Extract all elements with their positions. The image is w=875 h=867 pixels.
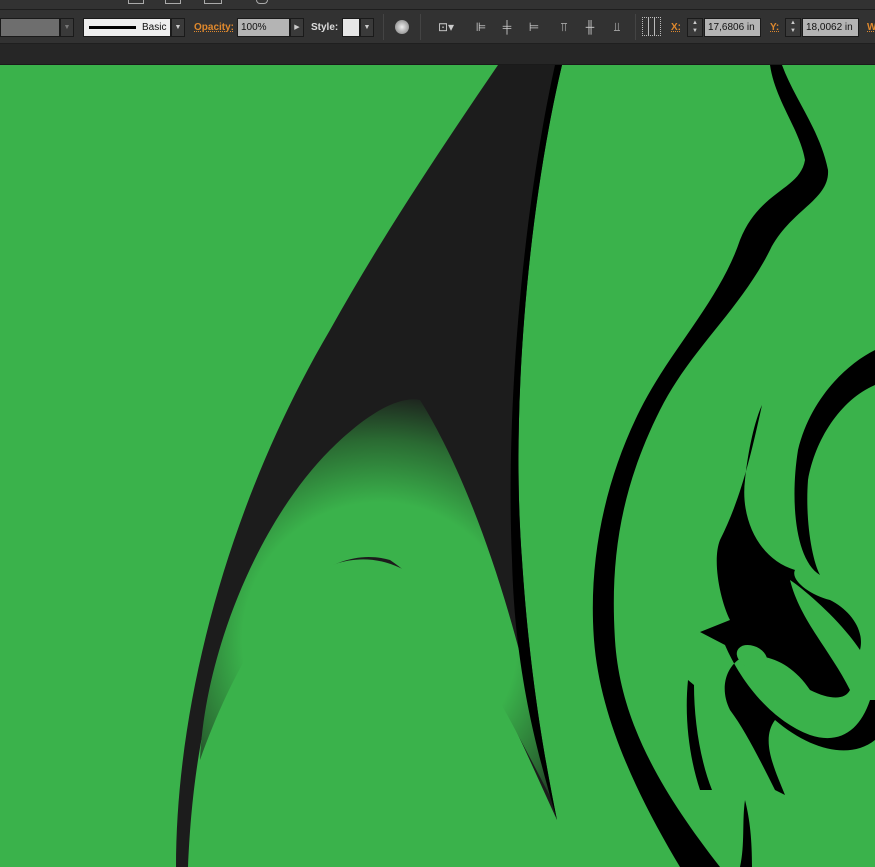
- align-to-selection-icon[interactable]: ⊡▾: [434, 20, 458, 34]
- stroke-profile-label: Basic: [142, 22, 167, 33]
- style-swatch[interactable]: [342, 18, 360, 37]
- x-input[interactable]: 17,6806 in: [704, 18, 761, 37]
- stroke-line-preview: [89, 26, 136, 29]
- y-input[interactable]: 18,0062 in: [802, 18, 859, 37]
- document-tab-bar: [0, 44, 875, 65]
- recolor-artwork-icon[interactable]: [395, 20, 409, 34]
- control-bar: ▼ Basic ▼ Opacity: 100% ▶ Style: ▼ ⊡▾ ⊫ …: [0, 10, 875, 44]
- tool-icon[interactable]: [204, 0, 222, 4]
- divider: [383, 14, 384, 40]
- style-dropdown[interactable]: ▼: [360, 18, 374, 37]
- x-stepper[interactable]: ▲ ▼: [687, 18, 703, 37]
- divider: [635, 14, 636, 40]
- opacity-label[interactable]: Opacity:: [194, 22, 234, 33]
- stroke-profile-field[interactable]: Basic: [83, 18, 171, 37]
- stroke-profile-dropdown[interactable]: ▼: [171, 18, 185, 37]
- align-horizontal-center-icon[interactable]: ╪: [500, 20, 514, 34]
- opacity-slider-arrow[interactable]: ▶: [290, 18, 304, 37]
- reference-point-icon[interactable]: [642, 17, 661, 36]
- divider: [420, 14, 421, 40]
- menu-strip: [0, 0, 875, 10]
- tool-icon[interactable]: [128, 0, 144, 4]
- opacity-input[interactable]: 100%: [237, 18, 290, 37]
- w-label[interactable]: W: [867, 22, 875, 33]
- artboard-canvas[interactable]: [0, 65, 875, 867]
- align-vertical-center-icon[interactable]: ╫: [583, 20, 597, 34]
- tool-icon[interactable]: [165, 0, 181, 4]
- stroke-weight-dropdown[interactable]: ▼: [60, 18, 74, 37]
- align-top-icon[interactable]: ⫪: [557, 20, 571, 34]
- y-label[interactable]: Y:: [770, 22, 779, 33]
- align-right-icon[interactable]: ⊨: [527, 20, 541, 34]
- align-left-icon[interactable]: ⊫: [474, 20, 488, 34]
- stroke-weight-field[interactable]: [0, 18, 60, 37]
- y-stepper[interactable]: ▲ ▼: [785, 18, 801, 37]
- x-label[interactable]: X:: [671, 22, 681, 33]
- style-label: Style:: [311, 22, 339, 33]
- align-bottom-icon[interactable]: ⫫: [610, 20, 624, 34]
- tool-icon[interactable]: [256, 0, 268, 4]
